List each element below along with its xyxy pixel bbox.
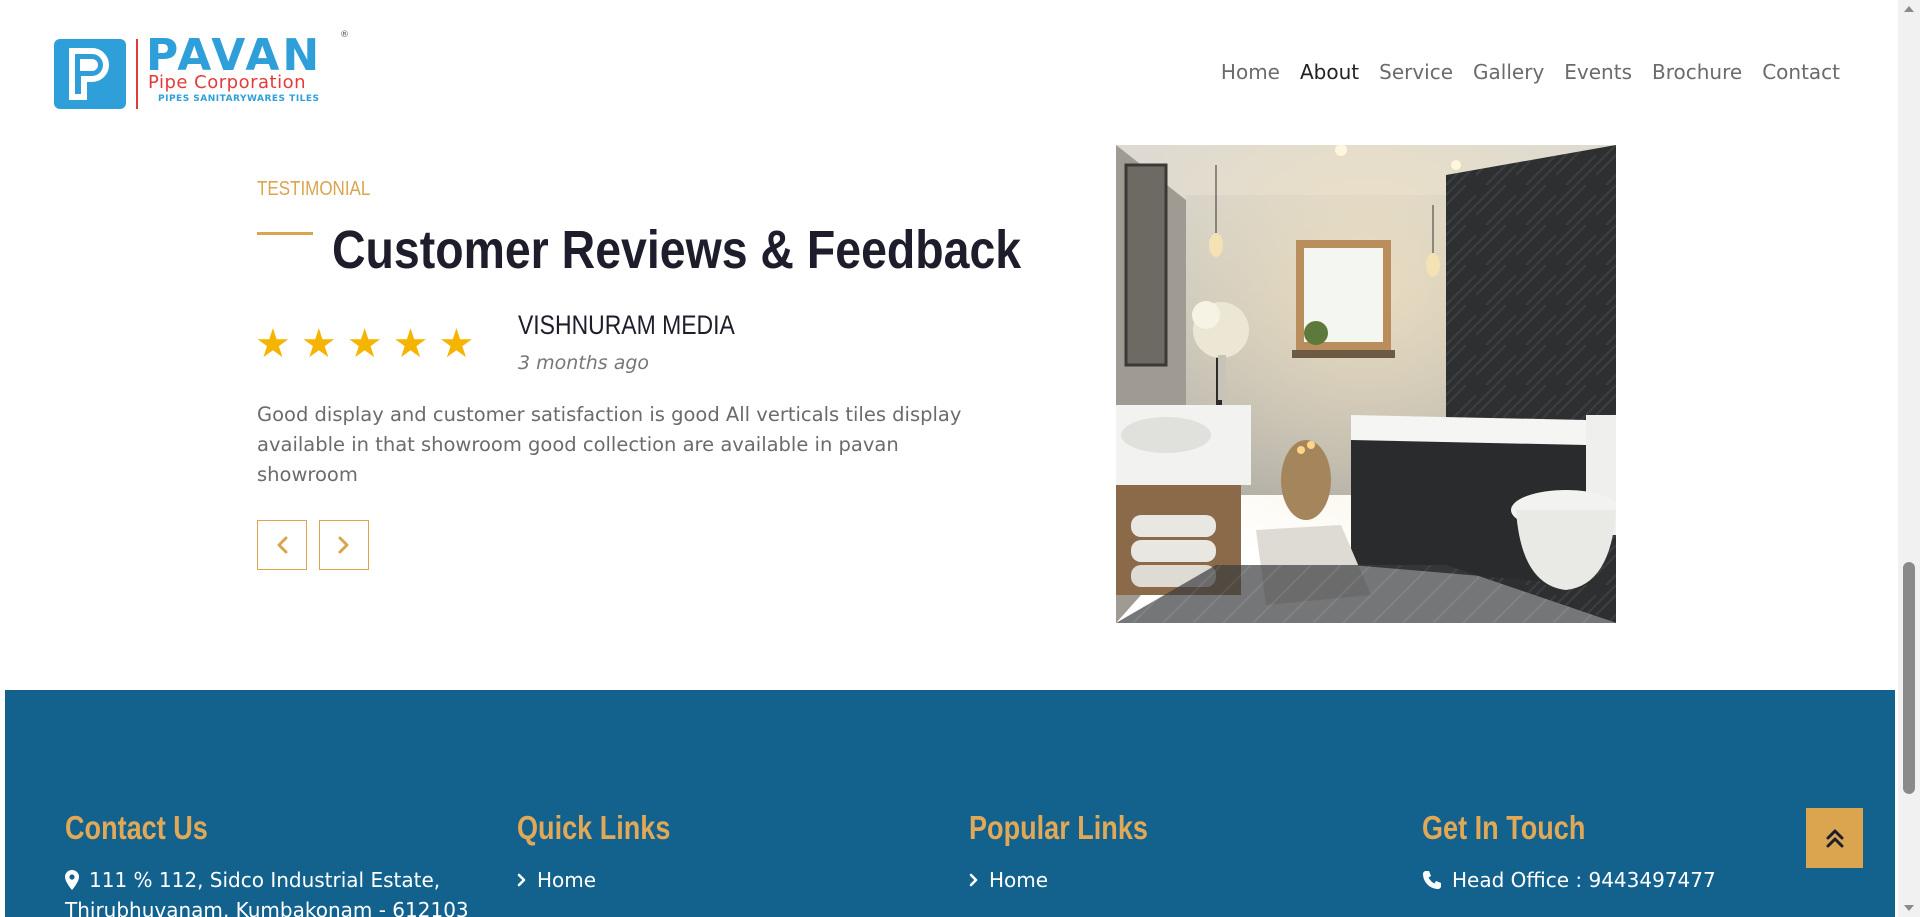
chevron-left-icon: [277, 536, 288, 554]
nav-events[interactable]: Events: [1554, 58, 1642, 86]
scroll-up-arrow-icon[interactable]: [1904, 6, 1914, 12]
map-pin-icon: [65, 870, 79, 890]
nav-gallery[interactable]: Gallery: [1463, 58, 1554, 86]
bathroom-illustration: [1116, 145, 1616, 623]
footer-heading: Contact Us: [65, 809, 208, 846]
prev-review-button[interactable]: [257, 520, 307, 570]
chevron-right-icon: [517, 873, 526, 887]
section-title: Customer Reviews & Feedback: [332, 220, 1022, 280]
footer-get-in-touch-column: Get In Touch Head Office : 9443497477: [1422, 808, 1716, 892]
star-icon: ★: [300, 321, 337, 367]
footer-link-label: Home: [537, 868, 597, 892]
footer-phone[interactable]: Head Office : 9443497477: [1422, 868, 1716, 892]
rating-stars: ★ ★ ★ ★ ★: [255, 322, 474, 366]
site-logo[interactable]: PAVAN ® Pipe Corporation PIPES SANITARYW…: [54, 30, 354, 110]
footer-heading: Get In Touch: [1422, 809, 1586, 846]
chevron-right-icon: [338, 536, 349, 554]
phone-icon: [1423, 871, 1441, 889]
reviewer-name: VISHNURAM MEDIA: [518, 310, 735, 340]
nav-service[interactable]: Service: [1369, 58, 1463, 86]
footer-contact-column: Contact Us 111 % 112, Sidco Industrial E…: [65, 808, 469, 917]
double-chevron-up-icon: [1826, 829, 1843, 848]
next-review-button[interactable]: [319, 520, 369, 570]
footer-popular-links-column: Popular Links Home: [969, 808, 1187, 892]
footer-link-label: Home: [989, 868, 1049, 892]
scrollbar-thumb[interactable]: [1903, 562, 1915, 794]
site-header: PAVAN ® Pipe Corporation PIPES SANITARYW…: [0, 0, 1898, 138]
testimonial-section: TESTIMONIAL Customer Reviews & Feedback …: [0, 138, 1898, 690]
logo-registered-mark: ®: [340, 30, 349, 40]
footer-address-line2: Thirubhuvanam, Kumbakonam - 612103: [65, 898, 469, 917]
nav-brochure[interactable]: Brochure: [1642, 58, 1752, 86]
nav-home[interactable]: Home: [1211, 58, 1290, 86]
star-icon: ★: [346, 321, 383, 367]
chevron-right-icon: [969, 873, 978, 887]
star-icon: ★: [255, 321, 291, 367]
review-time: 3 months ago: [518, 352, 650, 374]
site-footer: Contact Us 111 % 112, Sidco Industrial E…: [5, 690, 1895, 917]
footer-popular-link-home[interactable]: Home: [969, 868, 1187, 892]
footer-phone-label: Head Office : 9443497477: [1452, 868, 1716, 892]
title-accent-line: [257, 232, 313, 235]
footer-address-line1: 111 % 112, Sidco Industrial Estate,: [89, 868, 441, 892]
section-eyebrow: TESTIMONIAL: [257, 178, 371, 200]
main-nav: Home About Service Gallery Events Brochu…: [1211, 58, 1850, 86]
footer-link-home[interactable]: Home: [517, 868, 704, 892]
star-icon: ★: [392, 321, 429, 367]
star-icon: ★: [438, 321, 475, 367]
logo-subtitle: Pipe Corporation: [148, 72, 307, 93]
logo-p-icon: [69, 48, 109, 100]
review-text: Good display and customer satisfaction i…: [257, 403, 962, 486]
scroll-to-top-button[interactable]: [1806, 808, 1863, 868]
bathroom-photo: [1116, 145, 1616, 623]
page-scrollbar[interactable]: [1898, 0, 1920, 917]
logo-badge: [54, 39, 126, 109]
scroll-down-arrow-icon[interactable]: [1904, 905, 1914, 911]
footer-quick-links-column: Quick Links Home: [517, 808, 704, 892]
nav-about[interactable]: About: [1290, 58, 1369, 86]
nav-contact[interactable]: Contact: [1752, 58, 1850, 86]
logo-divider: [136, 39, 138, 109]
logo-tagline: PIPES SANITARYWARES TILES: [158, 94, 320, 104]
footer-address: 111 % 112, Sidco Industrial Estate,: [65, 868, 469, 892]
footer-heading: Popular Links: [969, 809, 1148, 846]
footer-heading: Quick Links: [517, 809, 671, 846]
